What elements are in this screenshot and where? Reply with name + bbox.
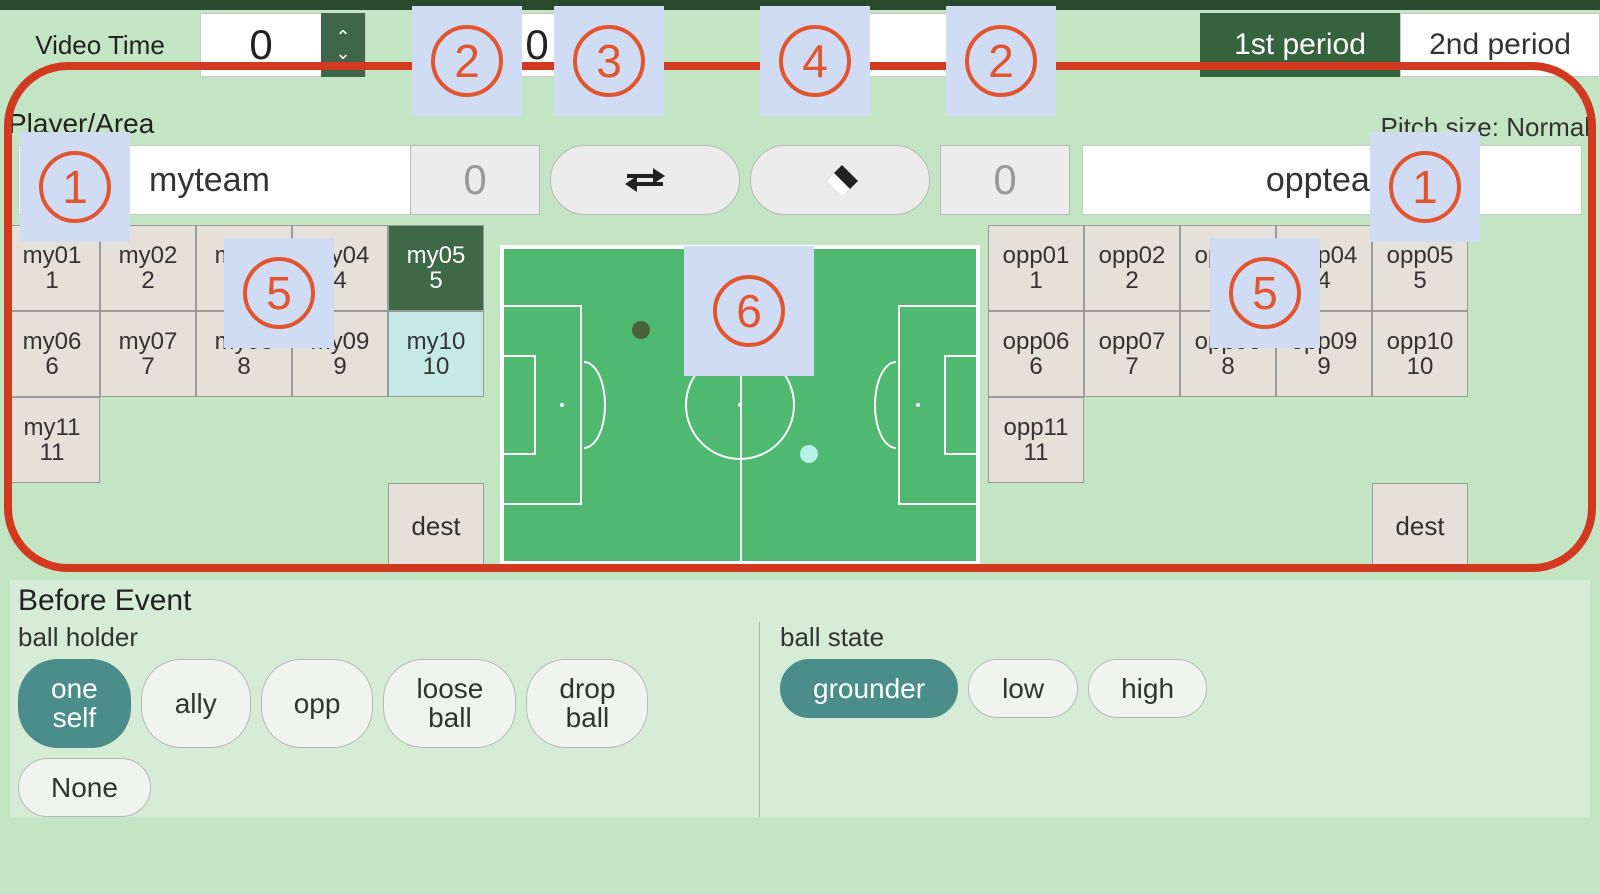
oppteam-score[interactable]: 0	[940, 145, 1070, 215]
annotation-1-right: 1	[1370, 132, 1480, 242]
chevron-down-icon[interactable]: ⌄	[335, 45, 350, 61]
oppteam-player-7[interactable]: opp077	[1084, 311, 1180, 397]
myteam-player-6[interactable]: my066	[4, 311, 100, 397]
pitch-smallbox-left	[502, 355, 536, 455]
before-event-title: Before Event	[10, 580, 1590, 622]
pitch-marker-my[interactable]	[632, 321, 650, 339]
pitch-smallbox-right	[944, 355, 978, 455]
video-time-spinner-1[interactable]: ⌃ ⌄	[321, 13, 365, 77]
ball-holder-column: ball holder oneselfallyopplooseballdropb…	[10, 622, 760, 817]
myteam-score[interactable]: 0	[410, 145, 540, 215]
ball-holder-option-drop-ball[interactable]: dropball	[526, 659, 648, 748]
annotation-1-left: 1	[20, 132, 130, 242]
ball-holder-option-None[interactable]: None	[18, 758, 151, 817]
annotation-4: 4	[760, 6, 870, 116]
ball-holder-options: oneselfallyopplooseballdropball None	[18, 659, 751, 817]
oppteam-player-10[interactable]: opp1010	[1372, 311, 1468, 397]
ball-holder-option-one-self[interactable]: oneself	[18, 659, 131, 748]
ball-state-label: ball state	[780, 622, 1582, 653]
annotation-2-right: 2	[946, 6, 1056, 116]
ball-state-option-high[interactable]: high	[1088, 659, 1207, 718]
oppteam-name-bar[interactable]: oppteam	[1082, 145, 1582, 215]
ball-holder-option-ally[interactable]: ally	[141, 659, 251, 748]
oppteam-player-6[interactable]: opp066	[988, 311, 1084, 397]
erase-button[interactable]	[750, 145, 930, 215]
swap-button[interactable]	[550, 145, 740, 215]
before-event-section: Before Event ball holder oneselfallyoppl…	[10, 580, 1590, 817]
ball-state-options: grounderlowhigh	[780, 659, 1582, 718]
pitch-penalty-dot-right	[916, 403, 920, 407]
ball-holder-option-opp[interactable]: opp	[261, 659, 374, 748]
ball-holder-label: ball holder	[18, 622, 751, 653]
swap-icon	[623, 164, 667, 196]
pitch-penalty-dot-left	[560, 403, 564, 407]
ball-holder-option-loose-ball[interactable]: looseball	[383, 659, 516, 748]
eraser-icon	[820, 163, 860, 197]
pitch-marker-opp[interactable]	[800, 445, 818, 463]
oppteam-player-1[interactable]: opp011	[988, 225, 1084, 311]
ball-state-option-grounder[interactable]: grounder	[780, 659, 958, 718]
video-time-value-1: 0	[201, 21, 321, 69]
period-1-button[interactable]: 1st period	[1200, 13, 1400, 77]
annotation-5-left: 5	[224, 238, 334, 348]
annotation-3: 3	[554, 6, 664, 116]
myteam-player-5[interactable]: my055	[388, 225, 484, 311]
myteam-player-11[interactable]: my1111	[4, 397, 100, 483]
oppteam-player-11[interactable]: opp1111	[988, 397, 1084, 483]
oppteam-player-2[interactable]: opp022	[1084, 225, 1180, 311]
period-2-button[interactable]: 2nd period	[1400, 13, 1600, 77]
ball-state-option-low[interactable]: low	[968, 659, 1078, 718]
annotation-6: 6	[684, 246, 814, 376]
myteam-player-10[interactable]: my1010	[388, 311, 484, 397]
myteam-player-7[interactable]: my077	[100, 311, 196, 397]
video-time-label: Video Time	[0, 30, 200, 61]
myteam-dest-cell[interactable]: dest	[388, 483, 484, 569]
pitch-center-dot	[738, 403, 742, 407]
oppteam-dest-cell[interactable]: dest	[1372, 483, 1468, 569]
myteam-name: myteam	[149, 161, 270, 200]
video-time-input-1[interactable]: 0 ⌃ ⌄	[200, 13, 366, 77]
annotation-5-right: 5	[1210, 238, 1320, 348]
ball-state-column: ball state grounderlowhigh	[760, 622, 1590, 817]
annotation-2-left: 2	[412, 6, 522, 116]
